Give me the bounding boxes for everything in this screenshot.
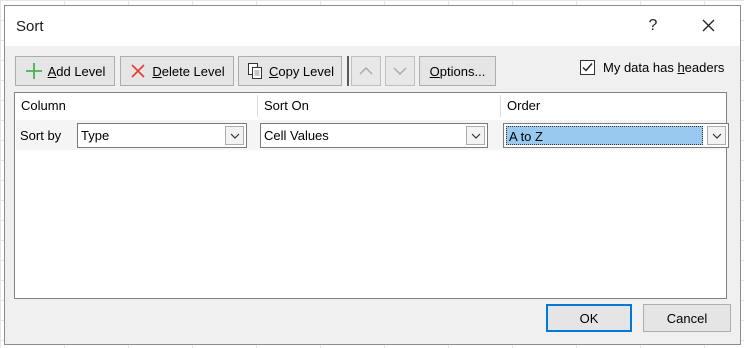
sort-levels-grid: Column Sort On Order Sort by Type Cell V… bbox=[14, 92, 729, 299]
chevron-down-icon[interactable] bbox=[225, 126, 244, 145]
sort-by-label: Sort by bbox=[20, 128, 62, 143]
sort-on-select-value: Cell Values bbox=[264, 128, 329, 143]
chevron-down-icon bbox=[393, 67, 407, 75]
chevron-up-icon bbox=[359, 67, 373, 75]
column-select-value: Type bbox=[81, 128, 110, 143]
sort-dialog: Sort ? Add Level Delete Level Copy Level bbox=[4, 5, 741, 345]
plus-icon bbox=[25, 62, 43, 80]
order-select[interactable]: A to Z bbox=[503, 123, 729, 148]
close-icon bbox=[702, 19, 715, 32]
help-button[interactable]: ? bbox=[633, 10, 673, 42]
delete-level-label: Delete Level bbox=[152, 63, 225, 79]
add-level-label: Add Level bbox=[47, 63, 106, 79]
column-select[interactable]: Type bbox=[77, 123, 247, 148]
copy-level-label: Copy Level bbox=[268, 63, 335, 79]
sort-on-header: Sort On bbox=[264, 98, 309, 113]
checkmark-icon bbox=[582, 63, 593, 72]
options-label: Options... bbox=[429, 63, 486, 79]
order-header: Order bbox=[507, 98, 541, 113]
copy-icon bbox=[246, 62, 264, 80]
headers-checkbox[interactable] bbox=[580, 60, 595, 75]
title-bar: Sort ? bbox=[5, 6, 740, 46]
toolbar-separator bbox=[347, 56, 349, 86]
x-icon bbox=[129, 62, 147, 80]
cancel-button[interactable]: Cancel bbox=[643, 304, 731, 332]
chevron-down-icon[interactable] bbox=[466, 126, 485, 145]
move-down-button[interactable] bbox=[385, 56, 415, 86]
options-button[interactable]: Options... bbox=[419, 56, 496, 86]
column-header: Column bbox=[21, 98, 66, 113]
copy-level-button[interactable]: Copy Level bbox=[238, 56, 342, 86]
add-level-button[interactable]: Add Level bbox=[15, 56, 115, 86]
ok-button[interactable]: OK bbox=[546, 304, 632, 332]
headers-checkbox-label: My data has headers bbox=[603, 60, 725, 75]
sort-level-row[interactable]: Sort by Type Cell Values A to Z bbox=[16, 120, 729, 150]
order-select-value: A to Z bbox=[506, 126, 703, 145]
my-data-has-headers-option[interactable]: My data has headers bbox=[580, 60, 724, 75]
dialog-title: Sort bbox=[16, 18, 44, 35]
sort-on-select[interactable]: Cell Values bbox=[260, 123, 488, 148]
move-up-button[interactable] bbox=[351, 56, 381, 86]
close-button[interactable] bbox=[689, 10, 729, 42]
chevron-down-icon[interactable] bbox=[707, 126, 726, 145]
delete-level-button[interactable]: Delete Level bbox=[120, 56, 234, 86]
